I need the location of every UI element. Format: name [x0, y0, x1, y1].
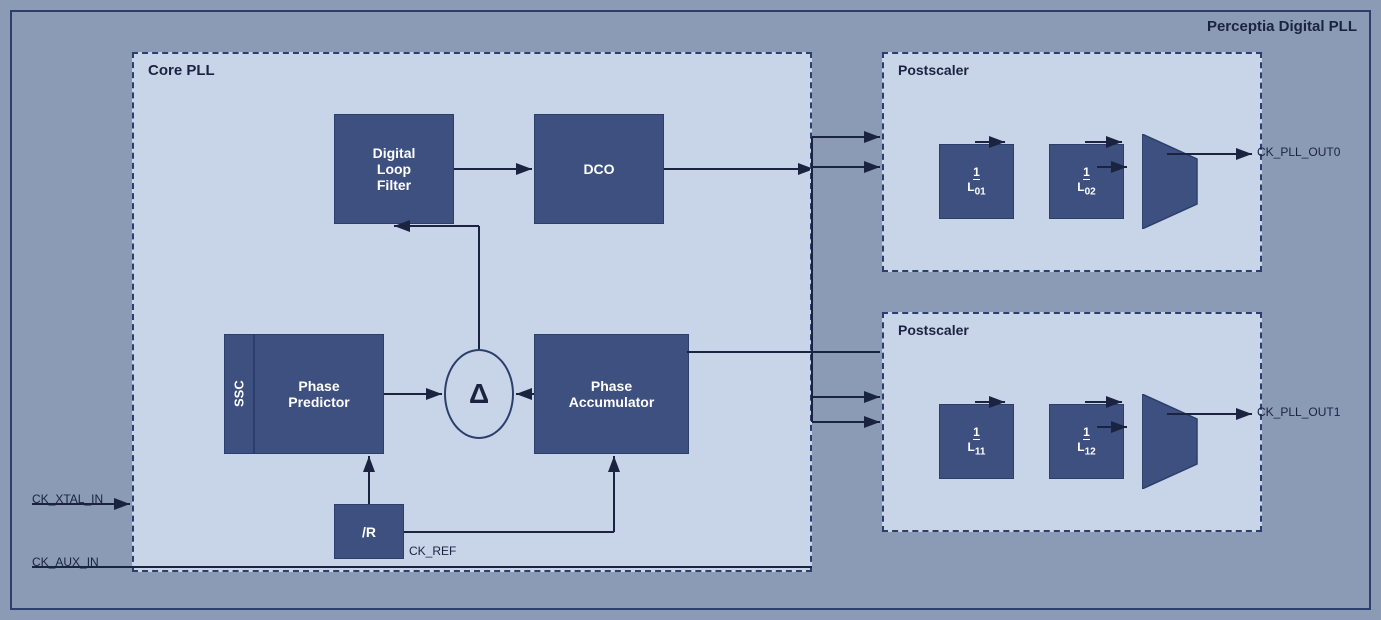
postscaler-top-box: Postscaler 1 L01 1 L02: [882, 52, 1262, 272]
divider-r-label: /R: [362, 524, 376, 540]
phase-predictor-block: PhasePredictor: [254, 334, 384, 454]
postscaler-top-label: Postscaler: [898, 62, 969, 78]
ps-top-div1-num: 1: [973, 166, 980, 180]
ps-bot-div1-num: 1: [973, 426, 980, 440]
dlf-block: DigitalLoopFilter: [334, 114, 454, 224]
postscaler-bottom-box: Postscaler 1 L11 1 L12: [882, 312, 1262, 532]
phase-predictor-label: PhasePredictor: [288, 378, 349, 410]
divider-r-block: /R: [334, 504, 404, 559]
dco-label: DCO: [583, 161, 614, 177]
ck-ref-label: CK_REF: [409, 544, 456, 558]
ps-top-div2-den: L02: [1077, 181, 1095, 197]
postscaler-top-div1: 1 L01: [939, 144, 1014, 219]
postscaler-bottom-div2: 1 L12: [1049, 404, 1124, 479]
phase-accumulator-block: PhaseAccumulator: [534, 334, 689, 454]
postscaler-top-div2: 1 L02: [1049, 144, 1124, 219]
ssc-label: SSC: [232, 381, 247, 408]
ck-xtal-in-label: CK_XTAL_IN: [32, 492, 103, 506]
dco-block: DCO: [534, 114, 664, 224]
postscaler-bottom-div1: 1 L11: [939, 404, 1014, 479]
delta-block: Δ: [444, 349, 514, 439]
core-pll-label: Core PLL: [148, 62, 215, 79]
ps-top-div1-den: L01: [967, 181, 985, 197]
ck-pll-out0-label: CK_PLL_OUT0: [1257, 145, 1340, 159]
ps-bot-div1-den: L11: [968, 441, 986, 457]
delta-label: Δ: [469, 378, 489, 410]
phase-accumulator-label: PhaseAccumulator: [569, 378, 655, 410]
outer-container: Perceptia Digital PLL Core PLL DigitalLo…: [10, 10, 1371, 610]
postscaler-bottom-label: Postscaler: [898, 322, 969, 338]
ck-pll-out1-label: CK_PLL_OUT1: [1257, 405, 1340, 419]
dlf-label: DigitalLoopFilter: [373, 145, 416, 193]
ssc-block: SSC: [224, 334, 254, 454]
postscaler-top-mux: [1142, 134, 1202, 229]
ps-top-div2-num: 1: [1083, 166, 1090, 180]
ps-bot-div2-den: L12: [1077, 441, 1095, 457]
core-pll-box: Core PLL DigitalLoopFilter DCO SSC Phase…: [132, 52, 812, 572]
ps-bot-div2-num: 1: [1083, 426, 1090, 440]
page-title: Perceptia Digital PLL: [1207, 18, 1357, 35]
postscaler-bottom-mux: [1142, 394, 1202, 489]
ck-aux-in-label: CK_AUX_IN: [32, 555, 99, 569]
core-arrows-svg: [134, 54, 810, 570]
